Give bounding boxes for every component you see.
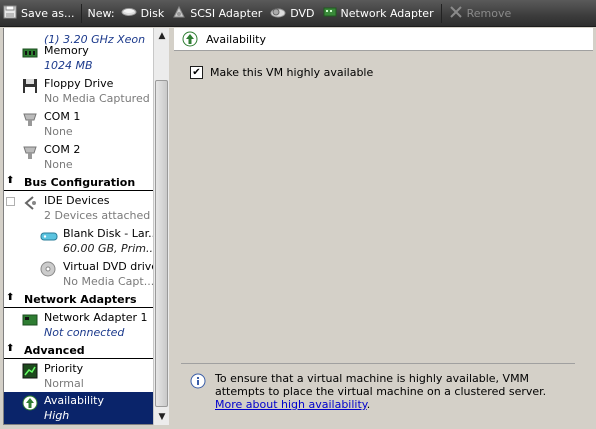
toolbar-separator [440, 3, 442, 23]
remove-icon [449, 5, 463, 22]
virtual-dvd-item[interactable]: Virtual DVD drive No Media Capt... [4, 258, 153, 291]
highly-available-label: Make this VM highly available [210, 66, 374, 79]
availability-label: Availability [44, 394, 104, 407]
network-adapter-icon [22, 312, 38, 328]
network-adapter-label: Network Adapter [340, 6, 434, 20]
info-box: To ensure that a virtual machine is high… [181, 363, 575, 415]
save-icon [3, 5, 17, 22]
toolbar-separator [81, 3, 83, 23]
virtual-dvd-label: Virtual DVD drive [63, 260, 153, 273]
section-title: Advanced [24, 344, 85, 357]
dvd-icon [270, 6, 286, 21]
section-title: Bus Configuration [24, 176, 136, 189]
memory-icon [22, 45, 38, 61]
blank-disk-item[interactable]: Blank Disk - Lar... 60.00 GB, Prim... [4, 225, 153, 258]
availability-icon [182, 31, 198, 50]
priority-icon [22, 363, 38, 379]
blank-disk-value: 60.00 GB, Prim... [63, 242, 153, 255]
scsi-adapter-label: SCSI Adapter [190, 6, 263, 20]
floppy-icon [22, 78, 38, 94]
section-advanced[interactable]: ⬆ Advanced [4, 342, 153, 359]
section-bus-configuration[interactable]: ⬆ Bus Configuration [4, 174, 153, 191]
scroll-up-icon[interactable]: ▲ [154, 28, 170, 44]
memory-label: Memory [44, 44, 89, 57]
dvd-icon [40, 261, 56, 277]
details-title: Availability [206, 33, 266, 46]
new-label: New: [87, 6, 115, 20]
serial-port-icon [22, 111, 38, 127]
ide-devices-value: 2 Devices attached [44, 209, 151, 222]
network-adapter-1-item[interactable]: Network Adapter 1 Not connected [4, 309, 153, 342]
save-as-button[interactable]: Save as... [0, 0, 78, 27]
network-adapter-icon [323, 5, 337, 22]
section-network-adapters[interactable]: ⬆ Network Adapters [4, 291, 153, 308]
scrollbar-thumb[interactable] [155, 80, 168, 407]
memory-value: 1024 MB [44, 59, 93, 72]
disk-label: Disk [140, 6, 165, 20]
info-message: To ensure that a virtual machine is high… [215, 372, 547, 398]
priority-label: Priority [44, 362, 84, 375]
highly-available-checkbox[interactable]: ✔ [190, 66, 203, 79]
tree-toggle-icon[interactable] [6, 197, 15, 206]
disk-icon [40, 228, 58, 244]
floppy-drive-label: Floppy Drive [44, 77, 114, 90]
disk-icon [121, 6, 137, 21]
hardware-list-scrollbar[interactable]: ▲ ▼ [153, 28, 169, 425]
details-header: Availability [174, 28, 593, 51]
scsi-adapter-icon [172, 5, 186, 22]
network-adapter-1-label: Network Adapter 1 [44, 311, 148, 324]
com2-label: COM 2 [44, 143, 81, 156]
ide-icon [22, 195, 38, 211]
ide-devices-label: IDE Devices [44, 194, 110, 207]
dvd-label: DVD [290, 6, 315, 20]
ide-devices-item[interactable]: IDE Devices 2 Devices attached [4, 192, 153, 225]
memory-item[interactable]: Memory 1024 MB [4, 42, 153, 75]
new-network-adapter-button[interactable]: Network Adapter [319, 0, 438, 27]
availability-item[interactable]: Availability High [4, 392, 153, 424]
blank-disk-label: Blank Disk - Lar... [63, 227, 153, 240]
hardware-list: (1) 3.20 GHz Xeon Memory 1024 MB Floppy … [3, 28, 153, 425]
new-scsi-adapter-button[interactable]: SCSI Adapter [168, 0, 266, 27]
priority-item[interactable]: Priority Normal [4, 360, 153, 393]
collapse-icon: ⬆ [6, 292, 15, 303]
priority-value: Normal [44, 377, 84, 390]
details-panel: Availability ✔ Make this VM highly avail… [174, 28, 593, 426]
com2-value: None [44, 158, 73, 171]
floppy-drive-value: No Media Captured [44, 92, 150, 105]
more-about-high-availability-link[interactable]: More about high availability [215, 398, 367, 411]
com1-item[interactable]: COM 1 None [4, 108, 153, 141]
floppy-drive-item[interactable]: Floppy Drive No Media Captured [4, 75, 153, 108]
com1-label: COM 1 [44, 110, 81, 123]
availability-icon [22, 395, 38, 411]
scroll-down-icon[interactable]: ▼ [154, 409, 170, 425]
new-dvd-button[interactable]: DVD [266, 0, 318, 27]
info-text: To ensure that a virtual machine is high… [215, 372, 575, 411]
virtual-dvd-value: No Media Capt... [63, 275, 153, 288]
collapse-icon: ⬆ [6, 175, 15, 186]
remove-label: Remove [466, 6, 512, 20]
highly-available-row[interactable]: ✔ Make this VM highly available [190, 66, 373, 79]
network-adapter-1-value: Not connected [44, 326, 125, 339]
section-title: Network Adapters [24, 293, 137, 306]
com2-item[interactable]: COM 2 None [4, 141, 153, 174]
save-as-label: Save as... [21, 6, 75, 20]
com1-value: None [44, 125, 73, 138]
info-icon [190, 373, 206, 392]
new-disk-button[interactable]: Disk [117, 0, 169, 27]
info-period: . [366, 398, 371, 411]
availability-value: High [44, 409, 70, 422]
serial-port-icon [22, 144, 38, 160]
remove-button[interactable]: Remove [445, 0, 516, 27]
collapse-icon: ⬆ [6, 343, 15, 354]
toolbar: Save as... New: Disk SCSI Adapter DVD Ne… [0, 0, 596, 27]
